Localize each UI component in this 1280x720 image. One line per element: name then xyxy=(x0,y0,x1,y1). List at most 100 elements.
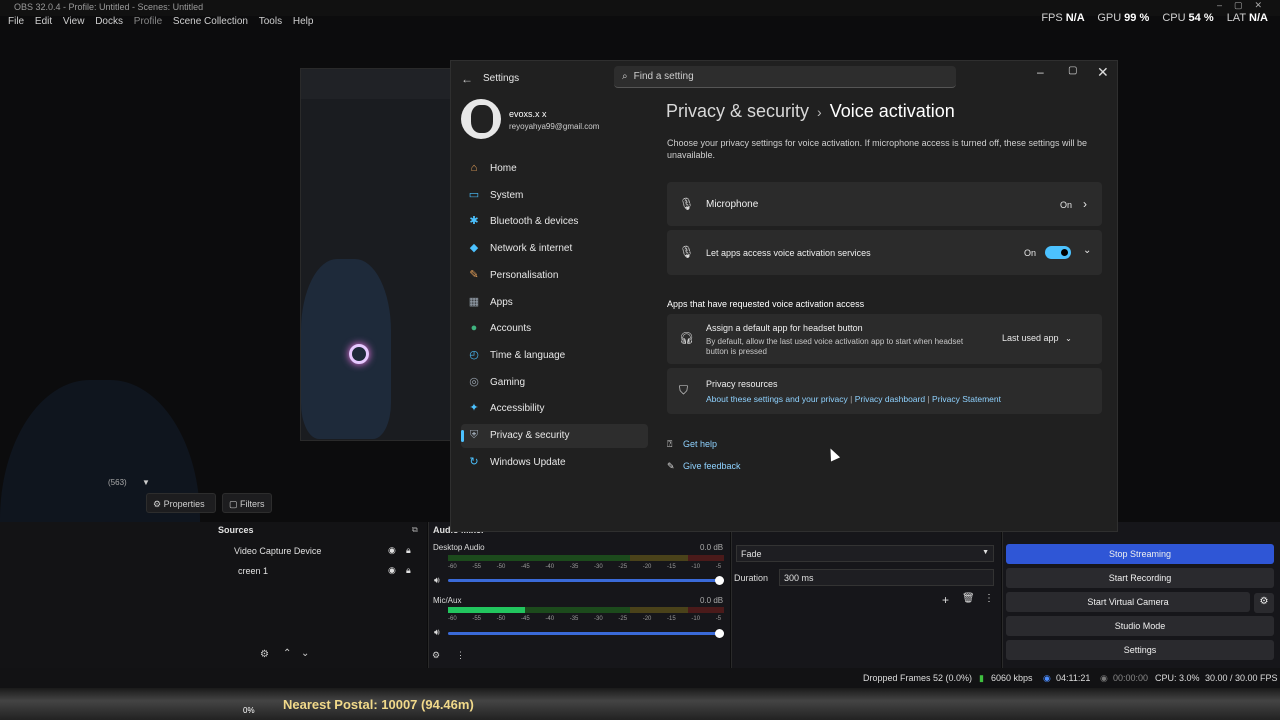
breadcrumb-parent[interactable]: Privacy & security xyxy=(666,101,809,121)
close-icon[interactable]: ✕ xyxy=(1097,64,1109,81)
back-arrow-icon[interactable]: ← xyxy=(461,72,473,86)
nav-item-label: Windows Update xyxy=(490,456,566,468)
record-time: 00:00:00 xyxy=(1113,673,1149,683)
duration-label: Duration xyxy=(734,573,769,583)
scene-transitions-dock xyxy=(731,522,1001,668)
audio-meter xyxy=(448,555,724,561)
menu-tools[interactable]: Tools xyxy=(259,16,282,27)
maximize-icon[interactable]: ▢ xyxy=(1068,65,1077,76)
get-help-row[interactable]: ⍰ Get help xyxy=(667,439,717,450)
signal-icon: ▮ xyxy=(979,673,984,683)
obs-window-controls[interactable]: –▢✕ xyxy=(1217,0,1274,11)
menu-docks[interactable]: Docks xyxy=(95,16,123,27)
obs-menu-bar: File Edit View Docks Profile Scene Colle… xyxy=(0,16,700,32)
get-help-link[interactable]: Get help xyxy=(683,439,717,449)
gaming-icon: ◎ xyxy=(469,375,479,388)
network-internet-icon: ◆ xyxy=(469,242,479,255)
nav-item-apps[interactable]: ▦ Apps xyxy=(461,291,648,315)
feedback-icon: ✎ xyxy=(667,461,675,471)
audio-channel-name: Mic/Aux xyxy=(433,596,462,605)
microphone-label: Microphone xyxy=(706,199,759,210)
page-description: Choose your privacy settings for voice a… xyxy=(667,138,1088,160)
lock-icon[interactable]: 🔒︎ xyxy=(406,565,411,576)
move-down-icon[interactable]: ⌄ xyxy=(301,648,309,659)
give-feedback-row[interactable]: ✎ Give feedback xyxy=(667,461,741,472)
stop-streaming-button[interactable]: Stop Streaming xyxy=(1006,544,1274,564)
minimize-icon[interactable]: – xyxy=(1037,65,1044,79)
nearest-postal: Nearest Postal: 10007 (94.46m) xyxy=(283,697,474,712)
microphone-card[interactable]: 🎙︎ Microphone On › xyxy=(667,182,1102,226)
live-icon: ◉ xyxy=(1043,673,1051,683)
nav-item-home[interactable]: ⌂ Home xyxy=(461,157,648,181)
volume-slider[interactable] xyxy=(448,576,724,585)
speaker-icon[interactable]: 🔊︎ xyxy=(434,575,440,586)
windows-update-icon: ↻ xyxy=(469,455,479,468)
about-settings-link[interactable]: About these settings and your privacy xyxy=(706,394,848,404)
menu-view[interactable]: View xyxy=(63,16,85,27)
performance-overlay: FPS N/A GPU 99 % CPU 54 % LAT N/A xyxy=(1031,12,1268,24)
speaker-icon[interactable]: 🔊︎ xyxy=(434,627,440,638)
nav-item-system[interactable]: ▭ System xyxy=(461,184,648,208)
trash-icon[interactable]: 🗑︎ xyxy=(962,593,975,604)
microphone-icon: 🎙︎ xyxy=(679,197,695,211)
meter-scale: -60 -55 -50 -45 -40 -35 -30 -25 -20 -15 … xyxy=(448,616,741,622)
preview-person xyxy=(301,259,391,439)
menu-scene-collection[interactable]: Scene Collection xyxy=(173,16,248,27)
privacy-dashboard-link[interactable]: Privacy dashboard xyxy=(855,394,925,404)
nav-item-bluetooth-devices[interactable]: ✱ Bluetooth & devices xyxy=(461,210,648,234)
resources-title: Privacy resources xyxy=(706,379,778,389)
gpu-value: 99 % xyxy=(1124,12,1150,24)
nav-item-time-language[interactable]: ◴ Time & language xyxy=(461,344,648,368)
virtual-camera-settings-icon[interactable]: ⚙ xyxy=(1254,593,1274,613)
privacy-statement-link[interactable]: Privacy Statement xyxy=(932,394,1001,404)
volume-slider[interactable] xyxy=(448,629,724,638)
chevron-down-icon[interactable]: ▼ xyxy=(142,478,150,487)
nav-item-privacy-security[interactable]: ⛨ Privacy & security xyxy=(461,424,648,448)
avatar[interactable] xyxy=(461,99,501,139)
source-item[interactable]: Video Capture Device ◉ 🔒︎ xyxy=(222,544,422,562)
let-apps-toggle[interactable] xyxy=(1045,246,1071,259)
obs-preview[interactable] xyxy=(300,68,460,441)
nav-item-personalisation[interactable]: ✎ Personalisation xyxy=(461,264,648,288)
nav-item-accessibility[interactable]: ✦ Accessibility xyxy=(461,397,648,421)
source-label: Video Capture Device xyxy=(234,546,322,556)
more-icon[interactable]: ⋮ xyxy=(984,593,994,604)
settings-button[interactable]: Settings xyxy=(1006,640,1274,660)
chevron-down-icon[interactable]: ⌄ xyxy=(1083,245,1091,256)
microphone-icon: 🎙︎ xyxy=(679,245,695,259)
lock-icon[interactable]: 🔒︎ xyxy=(406,545,411,556)
add-icon[interactable]: + xyxy=(942,593,949,607)
filters-button[interactable]: ▢ Filters xyxy=(222,493,272,513)
menu-edit[interactable]: Edit xyxy=(35,16,52,27)
nav-item-accounts[interactable]: ● Accounts xyxy=(461,317,648,341)
headset-app-dropdown[interactable]: Last used app ⌄ xyxy=(1002,333,1088,343)
move-up-icon[interactable]: ⌃ xyxy=(283,648,291,659)
transition-select[interactable]: Fade ▼ xyxy=(736,545,994,562)
duration-input[interactable]: 300 ms xyxy=(779,569,994,586)
audio-menu-icon[interactable]: ⋮ xyxy=(456,650,465,661)
let-apps-card[interactable]: 🎙︎ Let apps access voice activation serv… xyxy=(667,230,1102,275)
menu-help[interactable]: Help xyxy=(293,16,314,27)
eye-icon[interactable]: ◉ xyxy=(388,545,396,556)
source-item[interactable]: creen 1 ◉ 🔒︎ xyxy=(222,564,422,582)
nav-item-gaming[interactable]: ◎ Gaming xyxy=(461,371,648,395)
properties-button[interactable]: ⚙ Properties xyxy=(146,493,216,513)
source-settings-icon[interactable]: ⚙ xyxy=(260,649,269,660)
headset-description: By default, allow the last used voice ac… xyxy=(706,337,964,356)
system-icon: ▭ xyxy=(468,188,480,201)
studio-mode-button[interactable]: Studio Mode xyxy=(1006,616,1274,636)
dock-float-icon[interactable]: ⧉ xyxy=(412,525,418,535)
eye-icon[interactable]: ◉ xyxy=(388,565,396,576)
settings-search-input[interactable]: ⌕ Find a setting xyxy=(614,66,956,88)
nav-item-label: Privacy & security xyxy=(490,430,570,441)
audio-settings-icon[interactable]: ⚙ xyxy=(432,650,440,661)
section-heading: Apps that have requested voice activatio… xyxy=(667,299,865,309)
start-virtual-camera-button[interactable]: Start Virtual Camera xyxy=(1006,592,1250,612)
menu-profile[interactable]: Profile xyxy=(134,16,162,27)
start-recording-button[interactable]: Start Recording xyxy=(1006,568,1274,588)
preview-nested-window xyxy=(301,69,459,99)
nav-item-network-internet[interactable]: ◆ Network & internet xyxy=(461,237,648,261)
nav-item-windows-update[interactable]: ↻ Windows Update xyxy=(461,451,648,475)
menu-file[interactable]: File xyxy=(8,16,24,27)
give-feedback-link[interactable]: Give feedback xyxy=(683,461,741,471)
